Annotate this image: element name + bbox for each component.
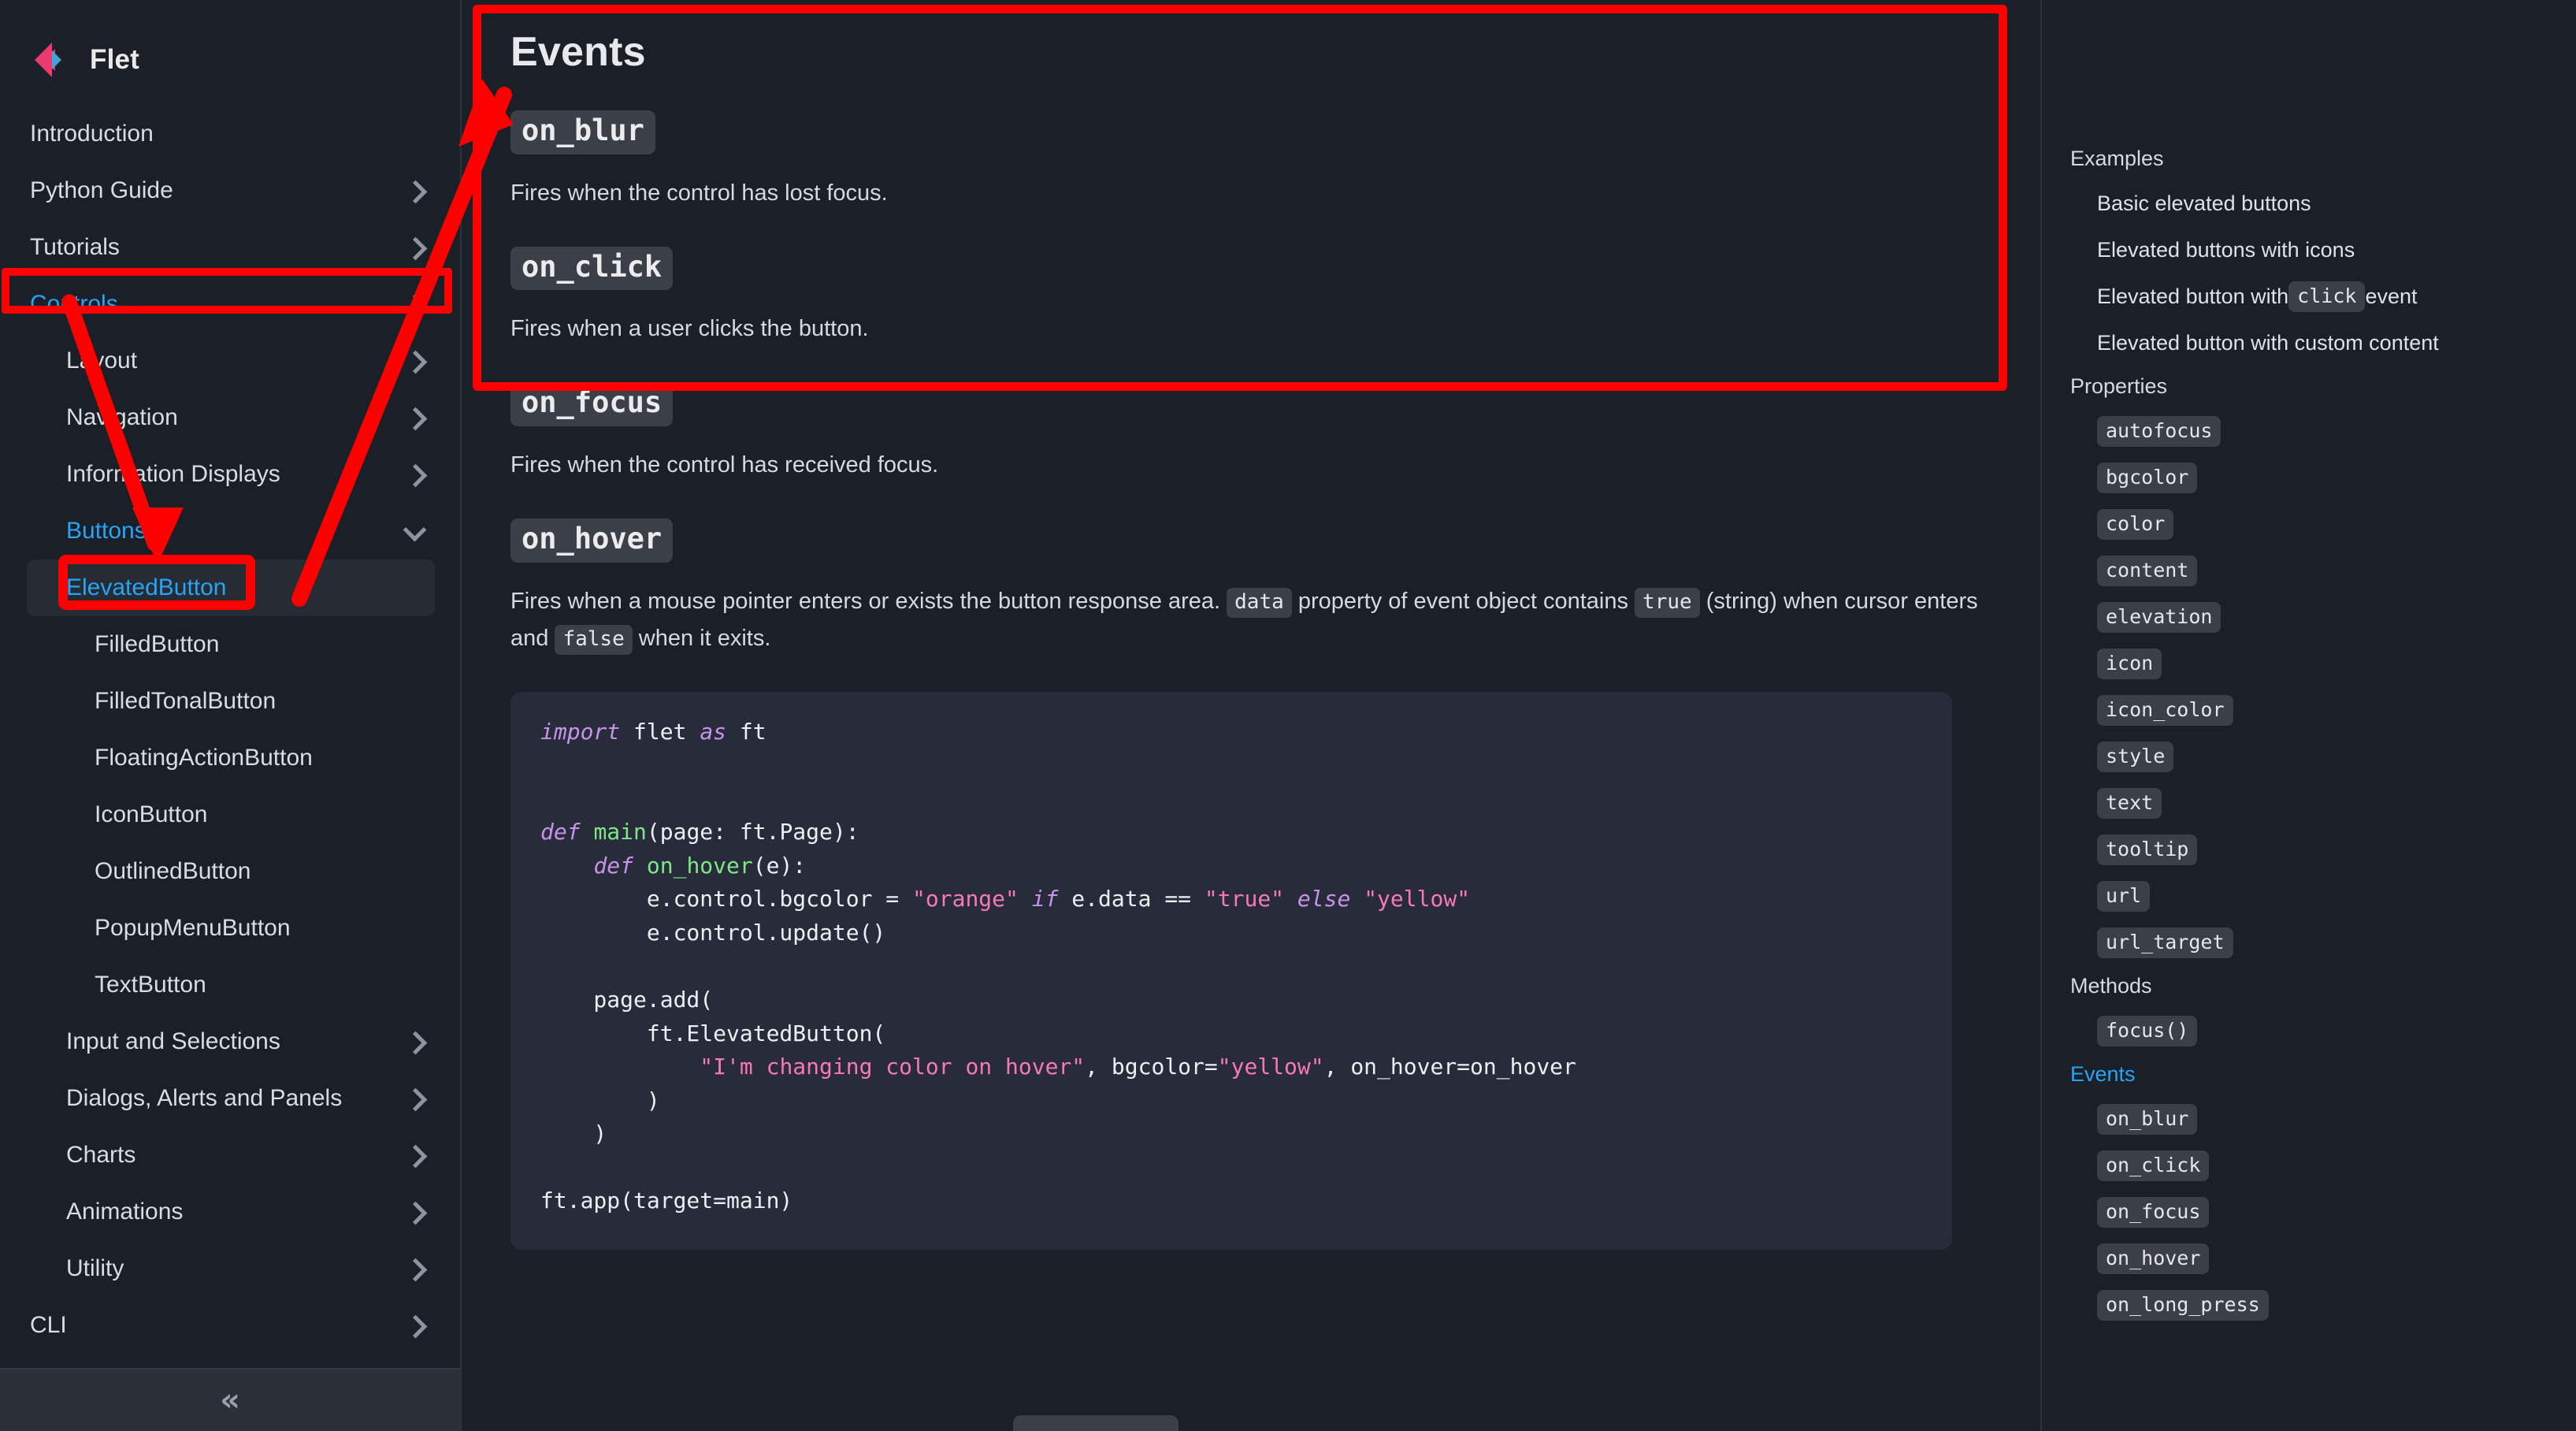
page-root: Flet Introduction Python Guide Tutorials Co…: [0, 0, 2576, 1431]
elevatedbutton-to-events-arrow: [291, 79, 514, 607]
annotation-arrows: [61, 79, 514, 607]
controls-to-buttons-arrow: [61, 294, 184, 564]
